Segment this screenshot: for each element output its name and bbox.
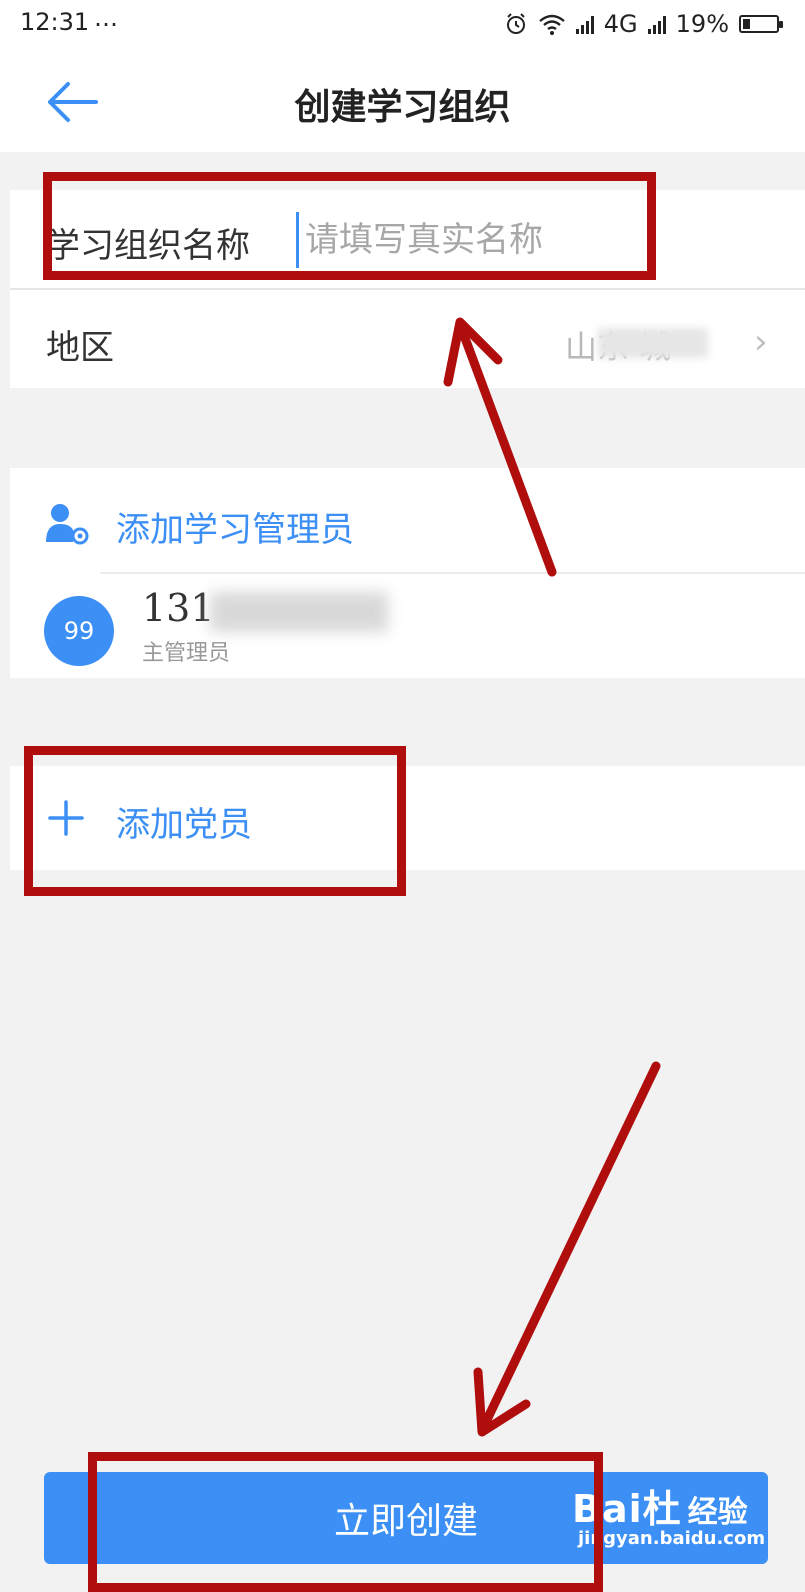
avatar: 99 (44, 596, 114, 666)
battery-icon (739, 15, 783, 33)
region-label: 地区 (46, 328, 114, 368)
annotation-box (88, 1452, 603, 1592)
status-icons: 4G 19% (504, 6, 783, 42)
page-title: 创建学习组织 (294, 87, 511, 128)
region-blur-mask (598, 328, 708, 358)
watermark-url: jingyan.baidu.com (578, 1528, 766, 1549)
annotation-box (24, 746, 406, 896)
wifi-icon (539, 14, 565, 35)
phone-blur-mask (210, 592, 388, 632)
alarm-icon (506, 13, 525, 34)
status-more-indicator: … (94, 4, 119, 32)
arrow-head-down-icon (473, 1367, 531, 1437)
chevron-right-icon: › (754, 322, 768, 362)
signal-icon (575, 14, 594, 34)
arrow-down-icon (479, 1061, 661, 1431)
add-admin-button[interactable]: 添加学习管理员 (116, 502, 354, 551)
admin-phone: 131 (142, 586, 215, 630)
status-time: 12:31 (20, 8, 90, 36)
network-type: 4G (603, 10, 638, 38)
annotation-box (43, 172, 656, 280)
admin-role: 主管理员 (142, 641, 231, 666)
battery-percent: 19% (675, 10, 729, 38)
signal-icon-2 (647, 14, 666, 34)
divider (100, 572, 805, 574)
watermark-brand-cn: 经验 (687, 1495, 748, 1530)
user-gear-icon (46, 504, 89, 545)
